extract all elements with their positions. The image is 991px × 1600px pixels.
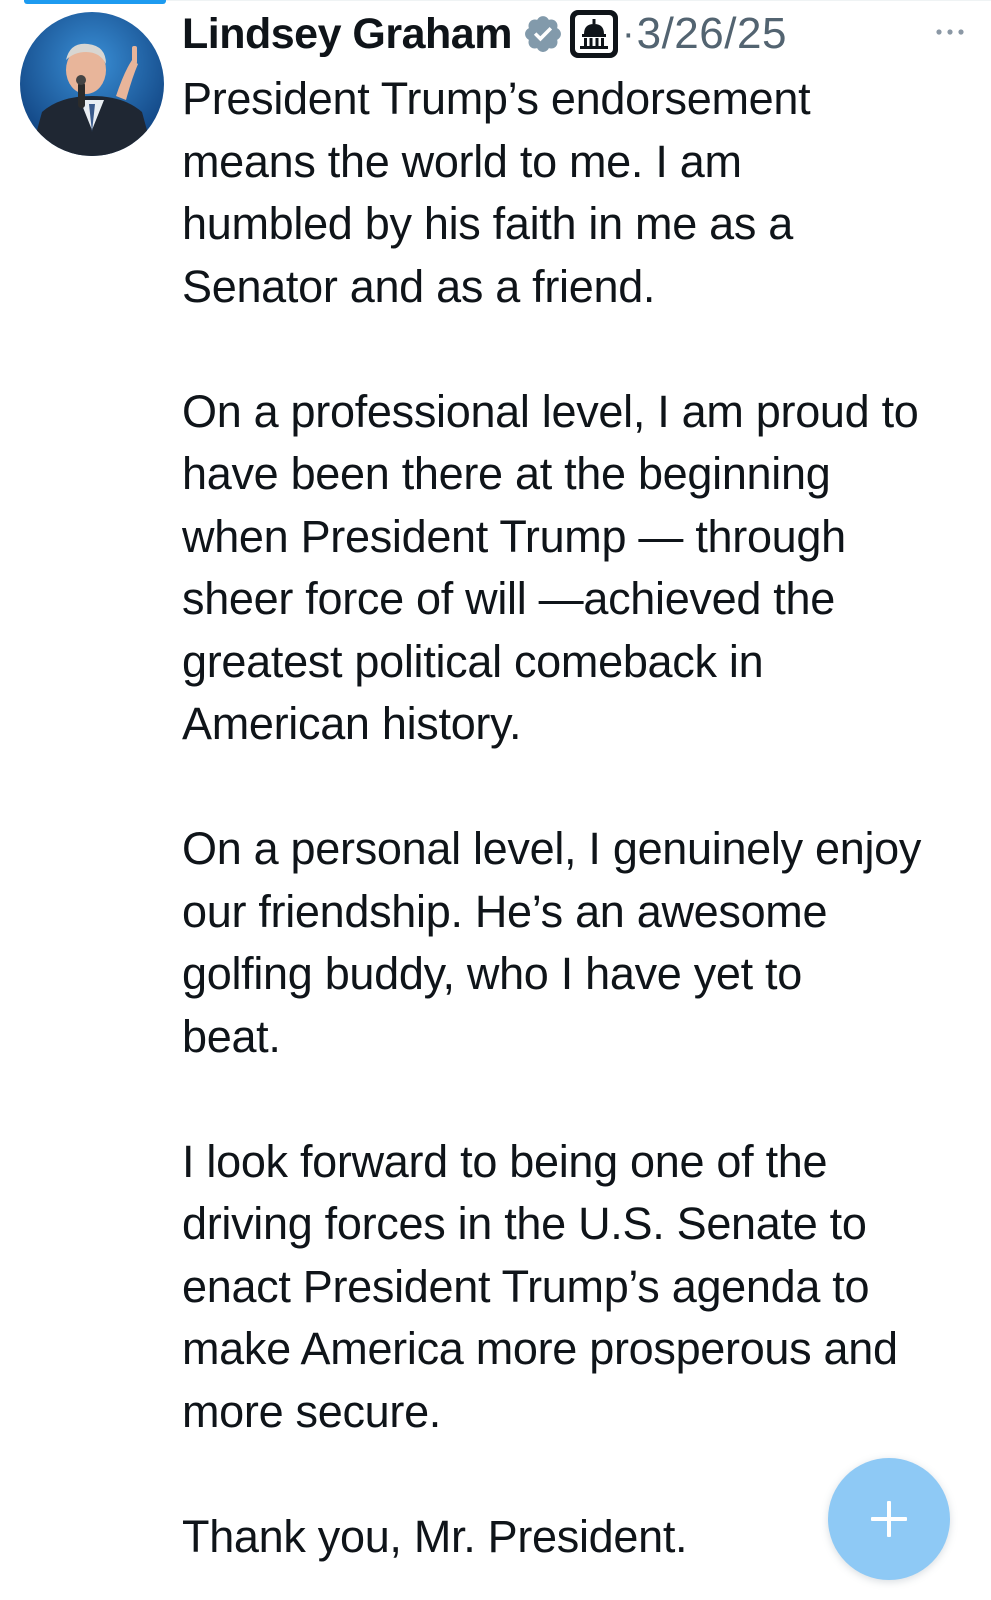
tweet-paragraph: President Trump’s endorsement means the … — [182, 73, 811, 312]
tweet-paragraph: I look forward to being one of the drivi… — [182, 1135, 898, 1437]
tweet-header: Lindsey Graham · 3/26/25 — [182, 8, 787, 60]
plus-icon — [871, 1501, 907, 1537]
avatar[interactable] — [20, 12, 164, 156]
top-divider — [166, 0, 991, 1]
author-name[interactable]: Lindsey Graham — [182, 10, 512, 59]
more-options-icon[interactable] — [933, 22, 967, 42]
capitol-building-icon[interactable] — [569, 10, 618, 58]
verified-badge-icon[interactable] — [522, 13, 564, 55]
tweet-timestamp[interactable]: 3/26/25 — [637, 9, 787, 59]
compose-button[interactable] — [828, 1458, 950, 1580]
active-tab-indicator — [24, 0, 166, 4]
tweet-text: President Trump’s endorsement means the … — [182, 68, 972, 1568]
tweet-paragraph: On a personal level, I genuinely enjoy o… — [182, 823, 922, 1062]
avatar-photo — [20, 12, 164, 156]
tweet-paragraph: On a professional level, I am proud to h… — [182, 385, 919, 750]
header-separator: · — [621, 12, 635, 55]
